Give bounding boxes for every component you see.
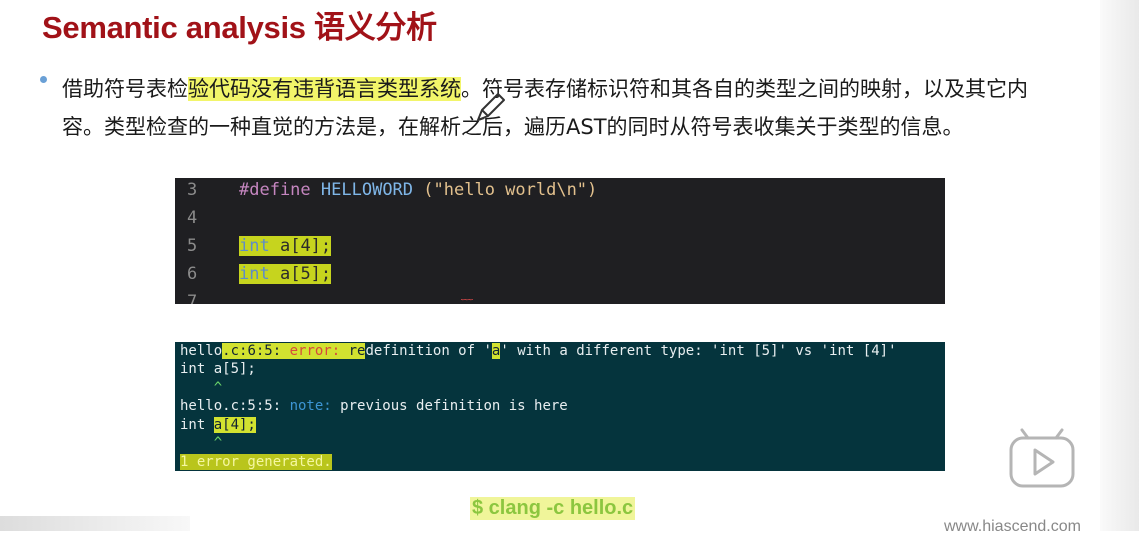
line-number: 4 [187, 208, 198, 228]
line-number: 5 [187, 236, 198, 256]
code-line-7: 7 [175, 292, 945, 304]
line-number: 3 [187, 180, 198, 200]
play-icon[interactable] [1008, 428, 1076, 490]
terminal-line-5: int a[4]; [180, 417, 256, 433]
code-line-4: 4 [175, 208, 945, 236]
code-line-3: 3 #define HELLOWORD ("hello world\n") [175, 180, 945, 208]
line-number: 6 [187, 264, 198, 284]
note-label: note: [289, 398, 341, 414]
line-number: 7 [187, 292, 198, 304]
type-keyword: int [239, 236, 270, 256]
para-highlight: 验代码没有违背语言类型系统 [188, 77, 461, 101]
terminal-caret-1: ^ [180, 380, 223, 396]
error-label: error: [289, 343, 349, 359]
define-keyword: #define [239, 180, 311, 200]
para-part-1: 借助符号表检 [62, 77, 188, 101]
terminal-line-4: hello.c:5:5: note: previous definition i… [180, 398, 568, 414]
code-editor-snippet: 3 #define HELLOWORD ("hello world\n") 4 … [175, 178, 945, 304]
declaration: a[5]; [279, 264, 332, 284]
macro-name: HELLOWORD [320, 180, 414, 200]
pen-icon [477, 93, 505, 121]
bottom-left-watermark [0, 516, 190, 531]
terminal-caret-2: ^ [180, 435, 223, 451]
type-keyword: int [239, 264, 270, 284]
code-line-6: 6 int a[5]; [175, 264, 945, 292]
bullet-dot [40, 76, 47, 83]
site-watermark: www.hiascend.com [944, 518, 1081, 535]
right-edge-shade [1100, 0, 1139, 531]
terminal-output: hello.c:6:5: error: redefinition of 'a' … [175, 342, 945, 471]
terminal-line-2: int a[5]; [180, 361, 256, 377]
code-line-5: 5 int a[4]; [175, 236, 945, 264]
declaration: a[4]; [279, 236, 332, 256]
command-caption: $ clang -c hello.c [470, 497, 636, 520]
bullet-paragraph: 借助符号表检验代码没有违背语言类型系统。符号表存储标识符和其各自的类型之间的映射… [62, 70, 1062, 146]
terminal-line-1: hello.c:6:5: error: redefinition of 'a' … [180, 343, 897, 359]
slide-title: Semantic analysis 语义分析 [42, 10, 437, 45]
terminal-line-7: 1 error generated. [180, 454, 332, 470]
error-squiggle: ﹏ [461, 288, 474, 302]
macro-value: ("hello world\n") [423, 180, 598, 200]
